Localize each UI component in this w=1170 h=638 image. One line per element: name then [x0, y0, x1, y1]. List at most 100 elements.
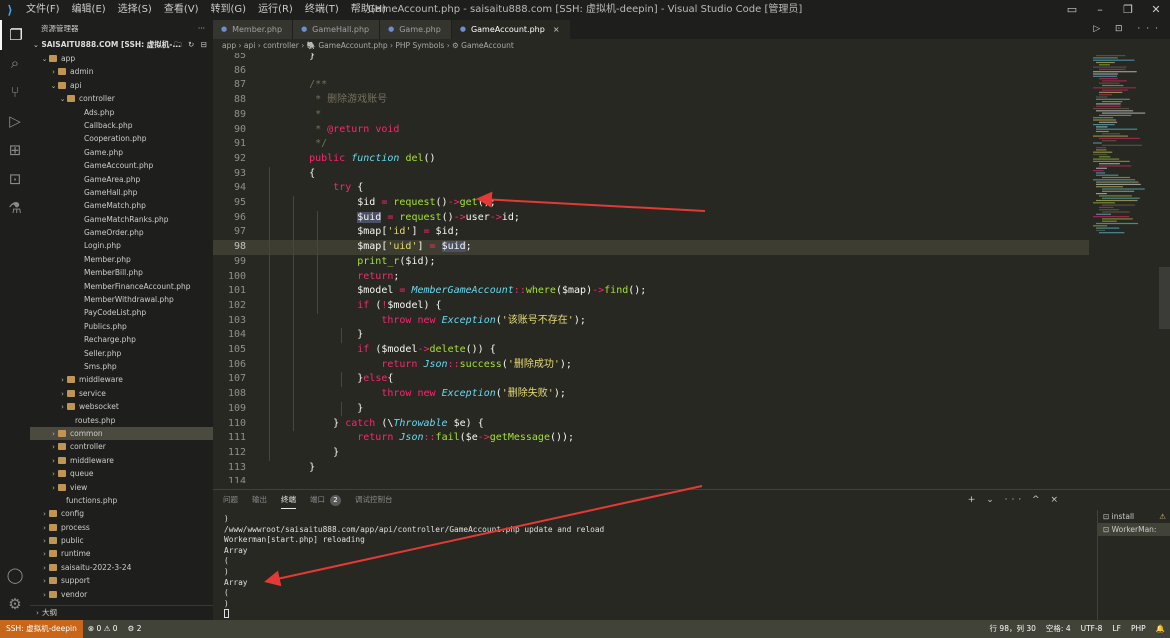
run-debug-icon[interactable]: ▷ [0, 106, 30, 136]
explorer-icon[interactable]: ❐ [0, 20, 30, 50]
tree-file[interactable]: Login.php [30, 239, 213, 252]
tree-folder[interactable]: › view [30, 481, 213, 494]
notifications-icon[interactable]: 🔔 [1151, 620, 1170, 638]
code-line[interactable]: 100 return; [213, 270, 1089, 285]
tree-folder[interactable]: › process [30, 521, 213, 534]
layout-icon[interactable]: ▭ [1058, 0, 1086, 20]
tree-file[interactable]: routes.php [30, 414, 213, 427]
outline-section[interactable]: › 大纲 [30, 605, 213, 618]
code-line[interactable]: 95 $id = request()->get(); [213, 196, 1089, 211]
menu-item[interactable]: 运行(R) [252, 0, 299, 20]
remote-explorer-icon[interactable]: ⊡ [0, 164, 30, 194]
code-line[interactable]: 93 { [213, 167, 1089, 182]
encoding[interactable]: UTF-8 [1076, 620, 1108, 638]
menu-item[interactable]: 选择(S) [112, 0, 158, 20]
tree-folder[interactable]: › admin [30, 65, 213, 78]
tree-file[interactable]: GameMatch.php [30, 199, 213, 212]
tree-folder[interactable]: › service [30, 387, 213, 400]
code-line[interactable]: 107 }else{ [213, 372, 1089, 387]
accounts-icon[interactable]: ◯ [0, 560, 30, 590]
code-line[interactable]: 99 print_r($id); [213, 255, 1089, 270]
tree-folder[interactable]: › websocket [30, 400, 213, 413]
tree-folder[interactable]: › saisaitu-2022-3-24 [30, 561, 213, 574]
tree-folder[interactable]: ⌄ api [30, 79, 213, 92]
editor-scroll-thumb[interactable] [1159, 267, 1170, 329]
code-line[interactable]: 85 } [213, 53, 1089, 64]
menu-item[interactable]: 文件(F) [20, 0, 66, 20]
tree-file[interactable]: Recharge.php [30, 333, 213, 346]
tree-file[interactable]: Cooperation.php [30, 132, 213, 145]
explorer-tools[interactable]: 🗋 🗀 ↻ ⊟ [162, 38, 209, 52]
close-icon[interactable]: × [553, 20, 560, 39]
panel-tab[interactable]: 问题 [223, 490, 238, 510]
tree-folder[interactable]: › controller [30, 440, 213, 453]
panel-tab[interactable]: 终端 [281, 491, 296, 509]
code-line[interactable]: 114 [213, 475, 1089, 483]
tree-file[interactable]: Publics.php [30, 320, 213, 333]
code-line[interactable]: 101 $model = MemberGameAccount::where($m… [213, 284, 1089, 299]
code-line[interactable]: 102 if (!$model) { [213, 299, 1089, 314]
tree-file[interactable]: PayCodeList.php [30, 306, 213, 319]
code-line[interactable]: 110 } catch (\Throwable $e) { [213, 417, 1089, 432]
terminal-instance[interactable]: ⊡ WorkerMan: [1098, 523, 1170, 536]
code-line[interactable]: 88 * 删除游戏账号 [213, 93, 1089, 108]
terminal-output[interactable]: )/www/wwwroot/saisaitu888.com/app/api/co… [224, 514, 1094, 620]
tree-folder[interactable]: › queue [30, 467, 213, 480]
tree-folder[interactable]: › vendor [30, 588, 213, 601]
terminal-instance[interactable]: ⊡ install ⚠ [1098, 510, 1170, 523]
minimap[interactable] [1089, 53, 1159, 483]
tree-file[interactable]: GameAccount.php [30, 159, 213, 172]
tree-file[interactable]: MemberBill.php [30, 266, 213, 279]
code-line[interactable]: 96 $uid = request()->user->id; [213, 211, 1089, 226]
code-line[interactable]: 109 } [213, 402, 1089, 417]
tree-file[interactable]: Ads.php [30, 106, 213, 119]
tree-file[interactable]: Game.php [30, 146, 213, 159]
menu-item[interactable]: 终端(T) [299, 0, 345, 20]
language-mode[interactable]: PHP [1126, 620, 1151, 638]
code-line[interactable]: 90 * @return void [213, 123, 1089, 138]
code-line[interactable]: 113 } [213, 461, 1089, 476]
menu-item[interactable]: 编辑(E) [66, 0, 112, 20]
search-icon[interactable]: ⌕ [0, 48, 30, 78]
panel-tab[interactable]: 调试控制台 [355, 490, 393, 510]
editor-tab[interactable]: ● Game.php [380, 20, 452, 39]
remote-indicator[interactable]: SSH: 虚拟机-deepin [0, 620, 83, 638]
code-line[interactable]: 98 $map['uid'] = $uid; [213, 240, 1089, 255]
code-line[interactable]: 94 try { [213, 181, 1089, 196]
editor-tab[interactable]: ● GameHall.php [293, 20, 381, 39]
menu-item[interactable]: 转到(G) [205, 0, 253, 20]
cursor-position[interactable]: 行 98，列 30 [985, 620, 1041, 638]
code-line[interactable]: 91 */ [213, 137, 1089, 152]
code-line[interactable]: 105 if ($model->delete()) { [213, 343, 1089, 358]
tree-folder[interactable]: › support [30, 574, 213, 587]
breadcrumb[interactable]: app › api › controller › 🐘 GameAccount.p… [213, 39, 1170, 53]
panel-actions[interactable]: + ⌄ ··· ^ × [968, 490, 1062, 510]
tree-folder[interactable]: › middleware [30, 454, 213, 467]
menu-item[interactable]: 查看(V) [158, 0, 205, 20]
tree-file[interactable]: GameHall.php [30, 186, 213, 199]
maximize-icon[interactable]: ❐ [1114, 0, 1142, 20]
minimize-icon[interactable]: – [1086, 0, 1114, 20]
code-line[interactable]: 108 throw new Exception('删除失败'); [213, 387, 1089, 402]
tree-file[interactable]: Seller.php [30, 347, 213, 360]
close-icon[interactable]: ✕ [1142, 0, 1170, 20]
source-control-icon[interactable]: ⑂ [0, 77, 30, 107]
editor-actions[interactable]: ▷ ⊡ ··· [1093, 20, 1164, 39]
code-editor[interactable]: 85 } 86 87 /** 88 * 删除游戏账号 89 * 90 * @return … [213, 53, 1170, 483]
settings-gear-icon[interactable]: ⚙ [0, 589, 30, 619]
code-line[interactable]: 89 * [213, 108, 1089, 123]
tree-folder[interactable]: ⌄ controller [30, 92, 213, 105]
code-line[interactable]: 92 public function del() [213, 152, 1089, 167]
extensions-icon[interactable]: ⊞ [0, 135, 30, 165]
editor-tab[interactable]: ● GameAccount.php × [451, 20, 571, 39]
code-line[interactable]: 97 $map['id'] = $id; [213, 225, 1089, 240]
tree-file[interactable]: GameArea.php [30, 173, 213, 186]
code-line[interactable]: 104 } [213, 328, 1089, 343]
testing-icon[interactable]: ⚗ [0, 193, 30, 223]
tree-folder[interactable]: › runtime [30, 547, 213, 560]
more-actions-icon[interactable]: ··· [198, 20, 205, 38]
menu-item[interactable]: 帮助(H) [345, 0, 392, 20]
tree-folder[interactable]: › common [30, 426, 213, 441]
tree-folder[interactable]: ⌄ app [30, 52, 213, 65]
code-line[interactable]: 111 return Json::fail($e->getMessage()); [213, 431, 1089, 446]
